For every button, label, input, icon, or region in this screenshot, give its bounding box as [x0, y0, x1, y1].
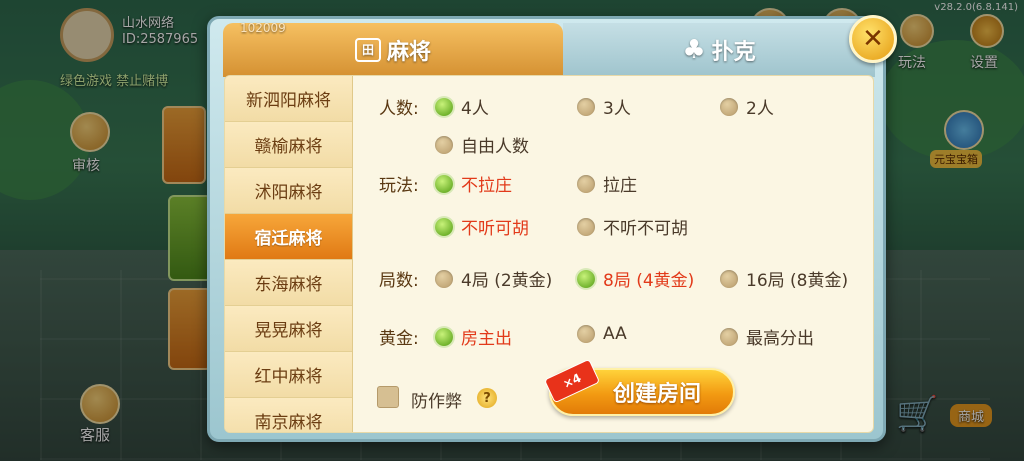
room-settings-area: 新泗阳麻将 赣榆麻将 沭阳麻将 宿迁麻将 东海麻将 晃晃麻将 红中麻将 南京麻将…: [224, 75, 874, 433]
close-icon: ✕: [862, 24, 884, 54]
radio-icon: [435, 269, 453, 288]
tab-poker-label: 扑克: [711, 40, 756, 65]
sidebar-item-suqian[interactable]: 宿迁麻将: [225, 214, 352, 260]
create-room-label: 创建房间: [612, 382, 701, 407]
sidebar-item-ganyu[interactable]: 赣榆麻将: [225, 122, 352, 168]
radio-icon: [435, 135, 453, 154]
gold-option-aa[interactable]: AA: [577, 324, 627, 344]
radio-icon: [577, 325, 595, 343]
mahjong-tile-icon: 田: [354, 38, 381, 62]
sidebar-item-shuyang[interactable]: 沭阳麻将: [225, 168, 352, 214]
radio-icon: [435, 217, 453, 236]
gold-option-top-scorer[interactable]: 最高分出: [720, 324, 814, 349]
radio-icon: [435, 97, 453, 116]
rules-label: 玩法:: [379, 176, 419, 196]
radio-icon: [577, 217, 595, 236]
sidebar-item-nanjing[interactable]: 南京麻将: [225, 398, 352, 432]
rounds-option-16[interactable]: 16局 (8黄金): [720, 266, 848, 291]
radio-icon: [720, 269, 738, 288]
gold-label: 黄金:: [379, 329, 419, 349]
tab-mahjong-label: 麻将: [386, 40, 431, 65]
players-option-3[interactable]: 3人: [577, 94, 631, 119]
help-icon[interactable]: ?: [477, 388, 497, 408]
tab-poker[interactable]: ♣ 扑克: [563, 23, 875, 77]
radio-icon: [720, 327, 738, 346]
players-option-2[interactable]: 2人: [720, 94, 774, 119]
rules-option-no-dealer[interactable]: 不拉庄: [435, 171, 512, 196]
rules-option-dealer[interactable]: 拉庄: [577, 171, 637, 196]
rounds-option-4[interactable]: 4局 (2黄金): [435, 266, 552, 291]
gold-count: 102009: [240, 21, 286, 35]
radio-icon: [435, 174, 453, 193]
anticheat-checkbox[interactable]: [377, 386, 399, 408]
anticheat-label: 防作弊: [411, 392, 462, 412]
players-label: 人数:: [379, 99, 419, 119]
radio-icon: [577, 97, 595, 116]
game-type-tabs: 田 麻将 ♣ 扑克: [223, 23, 875, 77]
sidebar-item-donghai[interactable]: 东海麻将: [225, 260, 352, 306]
players-option-4[interactable]: 4人: [435, 94, 489, 119]
close-button[interactable]: ✕: [849, 15, 897, 63]
radio-icon: [577, 269, 595, 288]
sidebar-item-hongzhong[interactable]: 红中麻将: [225, 352, 352, 398]
game-lobby-screen: 山水网络 ID:2587965 绿色游戏 禁止赌博 审核 客服 代理 邮件 玩法…: [0, 0, 1024, 461]
radio-icon: [435, 327, 453, 346]
club-suit-icon: ♣: [682, 35, 706, 65]
players-option-free[interactable]: 自由人数: [435, 132, 529, 157]
rules-option-no-win-without-ready[interactable]: 不听不可胡: [577, 214, 688, 239]
rounds-label: 局数:: [379, 271, 419, 291]
sidebar-item-xinsiyang[interactable]: 新泗阳麻将: [225, 76, 352, 122]
create-room-dialog: 102009 田 麻将 ♣ 扑克 ✕ 新泗阳麻将 赣榆麻将 沭阳麻将 宿迁麻将 …: [207, 15, 897, 442]
mahjong-variant-list[interactable]: 新泗阳麻将 赣榆麻将 沭阳麻将 宿迁麻将 东海麻将 晃晃麻将 红中麻将 南京麻将: [225, 76, 353, 432]
gold-option-host-pays[interactable]: 房主出: [435, 324, 512, 349]
sidebar-item-huanghuang[interactable]: 晃晃麻将: [225, 306, 352, 352]
radio-icon: [720, 97, 738, 116]
rounds-option-8[interactable]: 8局 (4黄金): [577, 266, 694, 291]
rules-option-win-without-ready[interactable]: 不听可胡: [435, 214, 529, 239]
radio-icon: [577, 174, 595, 193]
